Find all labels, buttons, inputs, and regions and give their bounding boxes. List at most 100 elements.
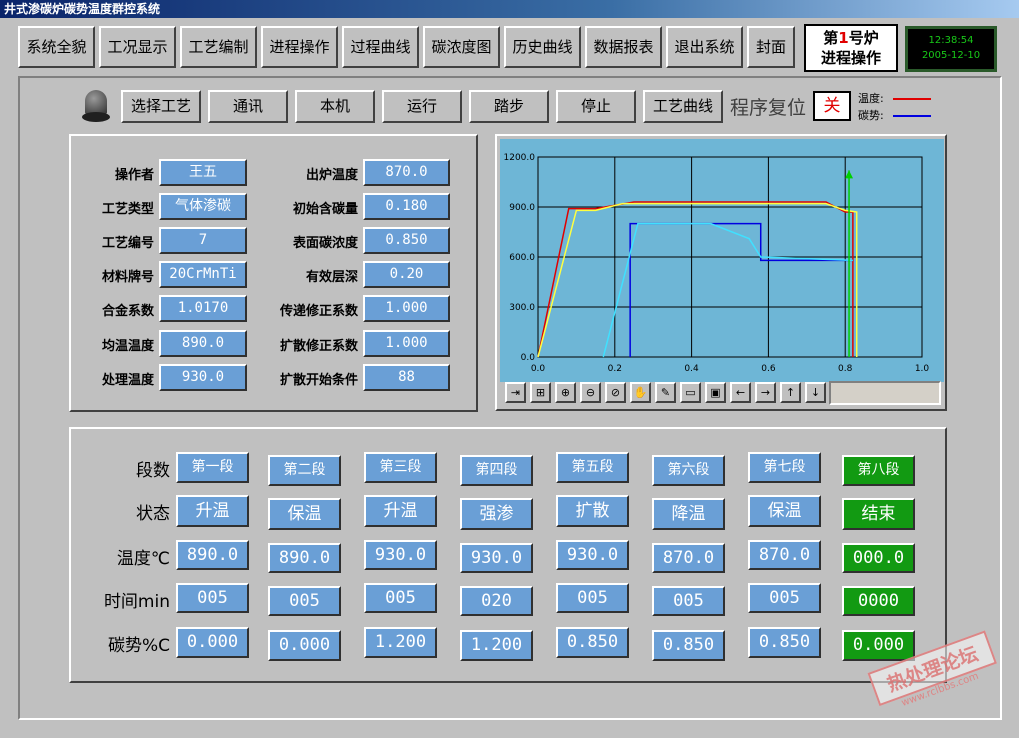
x-tick-label: 0.8 <box>838 364 853 374</box>
step-button[interactable]: 踏步 <box>469 90 549 123</box>
status-lamp-icon <box>82 90 110 124</box>
segment-time[interactable]: 005 <box>556 583 629 613</box>
segment-state[interactable]: 保温 <box>268 498 341 530</box>
segment-name[interactable]: 第四段 <box>460 455 533 486</box>
segment-name[interactable]: 第七段 <box>748 452 821 483</box>
process-curve-chart: 0.0 0.2 0.4 0.6 0.8 1.0 0.0 300.0 600.0 900.0 1200… <box>504 153 930 374</box>
edit-icon[interactable]: ✎ <box>655 382 676 403</box>
local-button[interactable]: 本机 <box>295 90 375 123</box>
program-reset-toggle[interactable]: 关 <box>813 91 851 121</box>
segment-temp[interactable]: 870.0 <box>748 540 821 570</box>
param-value[interactable]: 930.0 <box>159 364 247 391</box>
param-value[interactable]: 7 <box>159 227 247 254</box>
open-icon[interactable]: ▭ <box>680 382 701 403</box>
param-value[interactable]: 0.180 <box>363 193 450 220</box>
param-value[interactable]: 88 <box>363 364 450 391</box>
stop-button[interactable]: 停止 <box>556 90 636 123</box>
nav-button-process-op[interactable]: 进程操作 <box>261 26 338 68</box>
segment-temp[interactable]: 930.0 <box>364 540 437 570</box>
segment-state[interactable]: 结束 <box>842 498 915 530</box>
program-reset-label: 程序复位 <box>730 97 807 119</box>
param-value[interactable]: 1.000 <box>363 330 450 357</box>
segment-carbon[interactable]: 1.200 <box>460 630 533 661</box>
segment-temp[interactable]: 890.0 <box>268 543 341 573</box>
select-recipe-button[interactable]: 选择工艺 <box>121 90 201 123</box>
segment-carbon[interactable]: 0.000 <box>176 627 249 658</box>
zoom-in-icon[interactable]: ⊕ <box>555 382 576 403</box>
segment-state[interactable]: 扩散 <box>556 495 629 527</box>
legend-temp-line <box>893 98 931 100</box>
segment-carbon[interactable]: 0.850 <box>652 630 725 661</box>
nav-button-cover[interactable]: 封面 <box>747 26 795 68</box>
run-button[interactable]: 运行 <box>382 90 462 123</box>
zoom-reset-icon[interactable]: ⊘ <box>605 382 626 403</box>
param-value[interactable]: 1.0170 <box>159 295 247 322</box>
up-arrow-icon[interactable]: ↑ <box>780 382 801 403</box>
segment-name[interactable]: 第一段 <box>176 452 249 483</box>
segment-row-label: 温度℃ <box>116 549 170 569</box>
param-value[interactable]: 0.850 <box>363 227 450 254</box>
param-value[interactable]: 20CrMnTi <box>159 261 247 288</box>
segment-name[interactable]: 第八段 <box>842 455 915 486</box>
segment-state[interactable]: 降温 <box>652 498 725 530</box>
param-value[interactable]: 890.0 <box>159 330 247 357</box>
segment-time[interactable]: 005 <box>364 583 437 613</box>
nav-button-data-report[interactable]: 数据报表 <box>585 26 662 68</box>
param-label: 传递修正系数 <box>279 304 358 319</box>
y-tick-label: 300.0 <box>509 303 535 313</box>
segment-state[interactable]: 强渗 <box>460 498 533 530</box>
segment-state[interactable]: 升温 <box>176 495 249 527</box>
segment-state[interactable]: 保温 <box>748 495 821 527</box>
chart-status-field <box>829 381 941 405</box>
segment-temp[interactable]: 890.0 <box>176 540 249 570</box>
nav-button-carbon-chart[interactable]: 碳浓度图 <box>423 26 500 68</box>
down-arrow-icon[interactable]: ↓ <box>805 382 826 403</box>
save-icon[interactable]: ▣ <box>705 382 726 403</box>
param-label: 材料牌号 <box>101 270 154 285</box>
communication-button[interactable]: 通讯 <box>208 90 288 123</box>
segment-carbon[interactable]: 0.850 <box>748 627 821 658</box>
y-tick-label: 1200.0 <box>504 153 536 163</box>
segment-state[interactable]: 升温 <box>364 495 437 527</box>
segment-time[interactable]: 020 <box>460 586 533 616</box>
param-label: 工艺编号 <box>101 236 154 251</box>
segment-carbon[interactable]: 0.850 <box>556 627 629 658</box>
segment-time[interactable]: 0000 <box>842 586 915 616</box>
segment-temp[interactable]: 930.0 <box>556 540 629 570</box>
segment-time[interactable]: 005 <box>652 586 725 616</box>
nav-button-status[interactable]: 工况显示 <box>99 26 176 68</box>
nav-button-overview[interactable]: 系统全貌 <box>18 26 95 68</box>
segment-name[interactable]: 第二段 <box>268 455 341 486</box>
segment-carbon[interactable]: 1.200 <box>364 627 437 658</box>
segment-row-label: 碳势%C <box>107 636 170 656</box>
segment-temp[interactable]: 870.0 <box>652 543 725 573</box>
add-icon[interactable]: ⊞ <box>530 382 551 403</box>
right-arrow-icon[interactable]: → <box>755 382 776 403</box>
segment-carbon[interactable]: 0.000 <box>842 630 915 661</box>
zoom-out-icon[interactable]: ⊖ <box>580 382 601 403</box>
param-value[interactable]: 870.0 <box>363 159 450 186</box>
segment-time[interactable]: 005 <box>748 583 821 613</box>
segment-name[interactable]: 第三段 <box>364 452 437 483</box>
pan-icon[interactable]: ✋ <box>630 382 651 403</box>
nav-button-exit-system[interactable]: 退出系统 <box>666 26 743 68</box>
segment-name[interactable]: 第六段 <box>652 455 725 486</box>
nav-button-history-curve[interactable]: 历史曲线 <box>504 26 581 68</box>
segment-name[interactable]: 第五段 <box>556 452 629 483</box>
segment-carbon[interactable]: 0.000 <box>268 630 341 661</box>
nav-button-process-curve[interactable]: 过程曲线 <box>342 26 419 68</box>
param-value[interactable]: 气体渗碳 <box>159 193 247 220</box>
furnace-indicator[interactable]: 第1号炉 进程操作 <box>804 24 898 72</box>
segment-time[interactable]: 005 <box>268 586 341 616</box>
segment-temp[interactable]: 000.0 <box>842 543 915 573</box>
segment-temp[interactable]: 930.0 <box>460 543 533 573</box>
segment-row-label: 时间min <box>103 592 170 612</box>
param-value[interactable]: 王五 <box>159 159 247 186</box>
exit-icon[interactable]: ⇥ <box>505 382 526 403</box>
nav-button-recipe-edit[interactable]: 工艺编制 <box>180 26 257 68</box>
segment-time[interactable]: 005 <box>176 583 249 613</box>
param-value[interactable]: 0.20 <box>363 261 450 288</box>
param-value[interactable]: 1.000 <box>363 295 450 322</box>
recipe-curve-button[interactable]: 工艺曲线 <box>643 90 723 123</box>
left-arrow-icon[interactable]: ← <box>730 382 751 403</box>
